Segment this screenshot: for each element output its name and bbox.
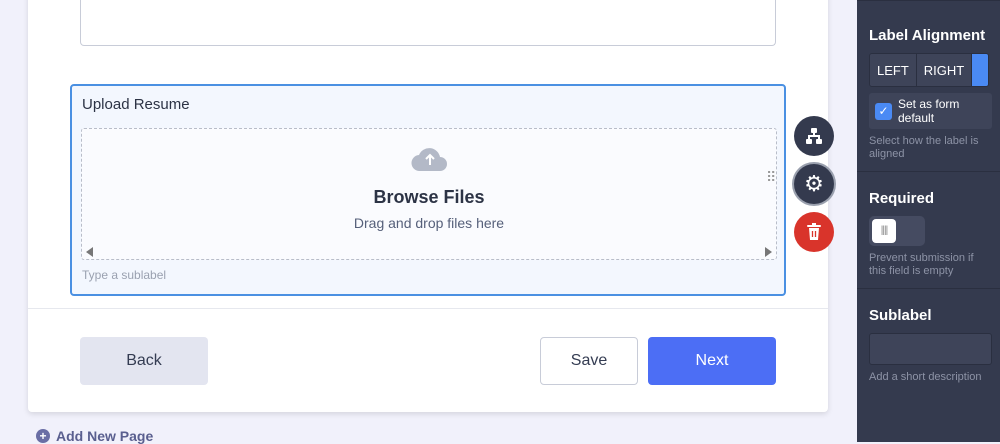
previous-textarea[interactable] [80, 0, 776, 46]
set-default-label: Set as form default [898, 97, 960, 125]
back-button[interactable]: Back [80, 337, 208, 385]
sublabel-text-input[interactable] [869, 333, 992, 365]
next-button[interactable]: Next [648, 337, 776, 385]
hierarchy-icon [806, 128, 822, 144]
checkmark-icon: ✓ [875, 102, 892, 120]
plus-icon: + [36, 429, 50, 443]
scroll-left-icon[interactable] [86, 247, 93, 257]
alignment-segmented-control: LEFT RIGHT [869, 53, 990, 87]
required-hint: Prevent submission if this field is empt… [869, 252, 974, 277]
properties-panel: Label Alignment LEFT RIGHT ✓ Set as form… [857, 0, 1000, 442]
label-alignment-title: Label Alignment [869, 27, 986, 44]
form-card: Upload Resume Browse Files Drag and drop… [28, 0, 828, 412]
save-button[interactable]: Save [540, 337, 638, 385]
align-right-option[interactable]: RIGHT [916, 54, 973, 86]
trash-icon [807, 223, 821, 240]
file-drop-zone[interactable]: Browse Files Drag and drop files here [81, 128, 777, 260]
cloud-upload-icon [411, 148, 447, 172]
field-label[interactable]: Upload Resume [82, 96, 190, 113]
sublabel-hint: Add a short description [869, 371, 982, 383]
toggle-knob[interactable]: |||| [872, 219, 896, 243]
sublabel-input[interactable]: Type a sublabel [82, 268, 166, 282]
upload-resume-field[interactable]: Upload Resume Browse Files Drag and drop… [70, 84, 786, 296]
divider [857, 171, 1000, 172]
gear-icon: ⚙ [804, 171, 824, 196]
label-alignment-hint: Select how the label is aligned [869, 135, 979, 160]
required-title: Required [869, 190, 935, 207]
align-top-option[interactable] [972, 54, 989, 86]
drag-handle-icon[interactable]: ⠿ [766, 170, 776, 184]
conditions-button[interactable] [794, 116, 834, 156]
browse-files-label[interactable]: Browse Files [82, 187, 776, 208]
drag-drop-text: Drag and drop files here [353, 215, 505, 231]
divider [28, 308, 828, 309]
delete-button[interactable] [794, 212, 834, 252]
sublabel-title: Sublabel [869, 307, 932, 324]
align-left-option[interactable]: LEFT [870, 54, 917, 86]
required-toggle[interactable]: |||| [869, 216, 925, 246]
settings-button[interactable]: ⚙ [794, 164, 834, 204]
scroll-right-icon[interactable] [765, 247, 772, 257]
divider [857, 288, 1000, 289]
set-default-checkbox[interactable]: ✓ Set as form default [869, 93, 992, 129]
